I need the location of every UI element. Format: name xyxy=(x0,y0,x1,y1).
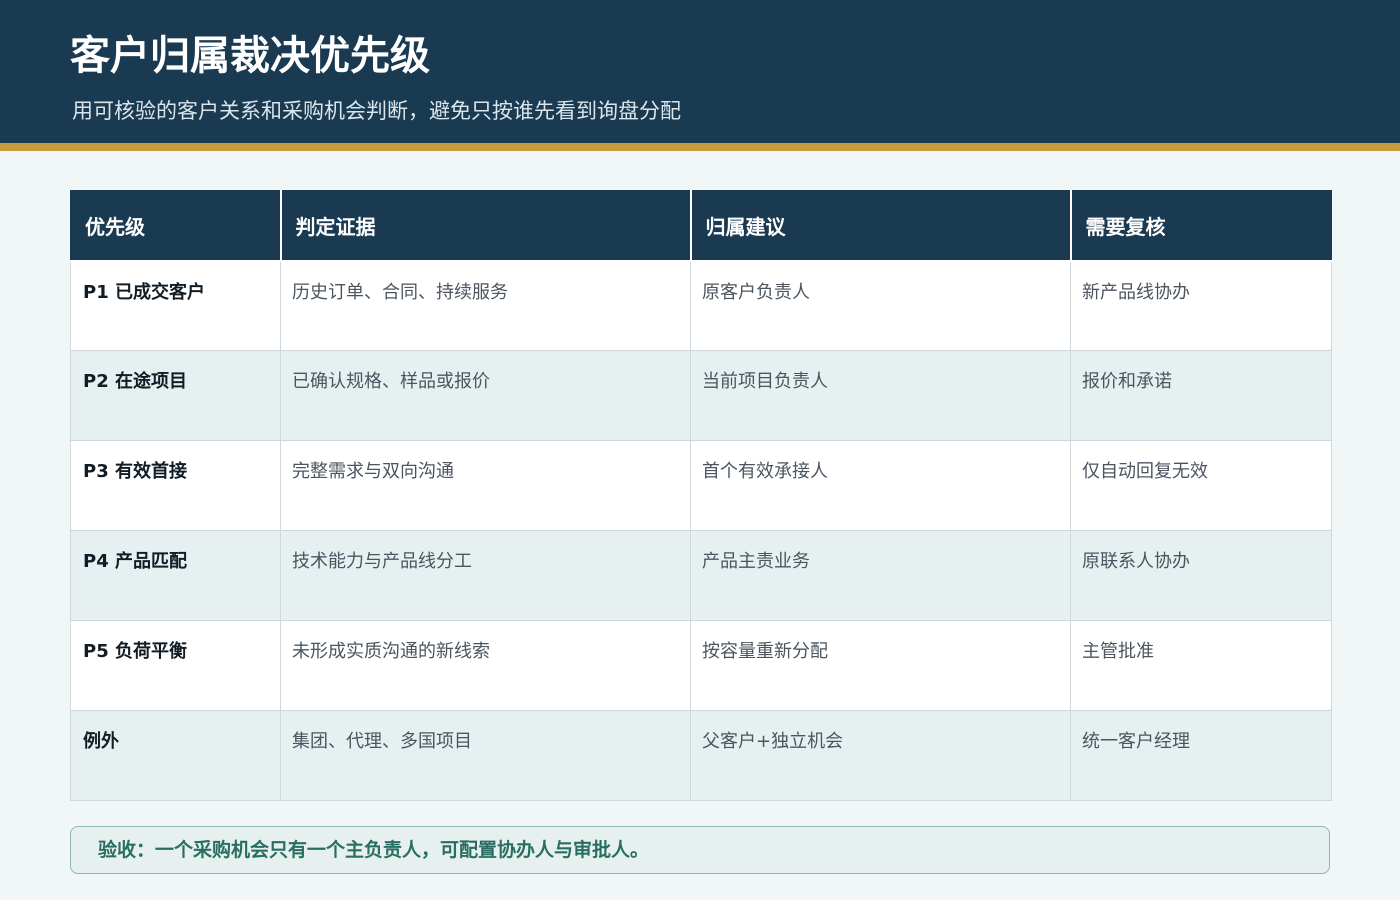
assignment-cell: 产品主责业务 xyxy=(690,530,1071,621)
priority-table: 优先级 判定证据 归属建议 需要复核 P1 已成交客户 历史订单、合同、持续服务… xyxy=(70,190,1332,801)
evidence-cell: 技术能力与产品线分工 xyxy=(280,530,691,621)
review-cell: 原联系人协办 xyxy=(1070,530,1332,621)
table-row: P2 在途项目 已确认规格、样品或报价 当前项目负责人 报价和承诺 xyxy=(70,350,1332,441)
acceptance-note: 验收：一个采购机会只有一个主负责人，可配置协办人与审批人。 xyxy=(70,826,1330,874)
column-header-review: 需要复核 xyxy=(1069,190,1332,262)
table-row: P4 产品匹配 技术能力与产品线分工 产品主责业务 原联系人协办 xyxy=(70,530,1332,621)
assignment-cell: 当前项目负责人 xyxy=(690,350,1071,441)
page-header: 客户归属裁决优先级 用可核验的客户关系和采购机会判断，避免只按谁先看到询盘分配 xyxy=(0,0,1400,143)
evidence-cell: 已确认规格、样品或报价 xyxy=(280,350,691,441)
header-accent-stripe xyxy=(0,143,1400,151)
priority-cell: P1 已成交客户 xyxy=(70,260,281,351)
assignment-cell: 原客户负责人 xyxy=(690,260,1071,351)
table-header-row: 优先级 判定证据 归属建议 需要复核 xyxy=(70,190,1332,262)
column-header-evidence: 判定证据 xyxy=(279,190,692,262)
evidence-cell: 未形成实质沟通的新线索 xyxy=(280,620,691,711)
priority-cell: P4 产品匹配 xyxy=(70,530,281,621)
table-row: P3 有效首接 完整需求与双向沟通 首个有效承接人 仅自动回复无效 xyxy=(70,440,1332,531)
table-row: 例外 集团、代理、多国项目 父客户+独立机会 统一客户经理 xyxy=(70,710,1332,801)
assignment-cell: 父客户+独立机会 xyxy=(690,710,1071,801)
priority-cell: P2 在途项目 xyxy=(70,350,281,441)
table-row: P5 负荷平衡 未形成实质沟通的新线索 按容量重新分配 主管批准 xyxy=(70,620,1332,711)
page-title: 客户归属裁决优先级 xyxy=(70,33,430,79)
review-cell: 统一客户经理 xyxy=(1070,710,1332,801)
assignment-cell: 按容量重新分配 xyxy=(690,620,1071,711)
review-cell: 报价和承诺 xyxy=(1070,350,1332,441)
review-cell: 仅自动回复无效 xyxy=(1070,440,1332,531)
evidence-cell: 集团、代理、多国项目 xyxy=(280,710,691,801)
page-subtitle: 用可核验的客户关系和采购机会判断，避免只按谁先看到询盘分配 xyxy=(72,99,681,123)
assignment-cell: 首个有效承接人 xyxy=(690,440,1071,531)
priority-cell: 例外 xyxy=(70,710,281,801)
evidence-cell: 历史订单、合同、持续服务 xyxy=(280,260,691,351)
priority-cell: P5 负荷平衡 xyxy=(70,620,281,711)
review-cell: 主管批准 xyxy=(1070,620,1332,711)
column-header-priority: 优先级 xyxy=(70,190,282,262)
evidence-cell: 完整需求与双向沟通 xyxy=(280,440,691,531)
review-cell: 新产品线协办 xyxy=(1070,260,1332,351)
column-header-assignment: 归属建议 xyxy=(689,190,1072,262)
priority-cell: P3 有效首接 xyxy=(70,440,281,531)
table-row: P1 已成交客户 历史订单、合同、持续服务 原客户负责人 新产品线协办 xyxy=(70,260,1332,351)
